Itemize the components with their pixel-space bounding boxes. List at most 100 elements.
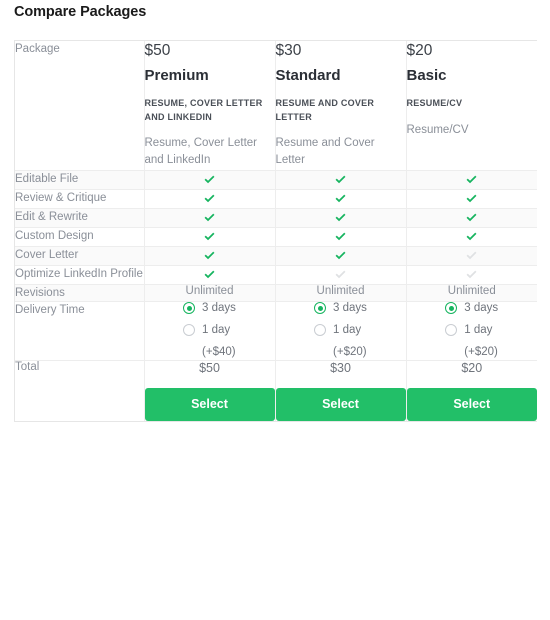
table-row-delivery-time: Delivery Time 3 days 1 day (+$40) 3 days…: [15, 301, 537, 362]
radio-icon[interactable]: [183, 302, 196, 315]
check-icon: [465, 268, 478, 281]
select-button-standard[interactable]: Select: [275, 388, 406, 421]
total-amount: $50: [199, 361, 220, 376]
package-caps-subtitle: RESUME, COVER LETTER AND LINKEDIN: [144, 98, 263, 122]
package-caps-subtitle: RESUME AND COVER LETTER: [275, 98, 375, 122]
radio-icon[interactable]: [314, 324, 327, 337]
table-row-custom-design: Custom Design: [15, 227, 537, 247]
delivery-surcharge: (+$20): [333, 346, 367, 359]
feature-cell-custom-design-standard: [275, 227, 407, 247]
check-icon: [203, 173, 216, 186]
total-amount: $30: [330, 361, 351, 376]
delivery-option-1-day-basic[interactable]: 1 day: [445, 324, 498, 337]
page-title: Compare Packages: [14, 4, 147, 20]
check-icon: [334, 173, 347, 186]
total-amount: $20: [461, 361, 483, 376]
check-icon: [465, 211, 478, 224]
row-label-package: Package: [15, 41, 145, 171]
package-description: Resume/CV: [406, 123, 469, 136]
row-label-editable-file: Editable File: [15, 170, 145, 190]
package-name: Basic: [406, 67, 447, 85]
radio-icon[interactable]: [314, 302, 327, 315]
feature-cell-custom-design-premium: [144, 227, 276, 247]
delivery-option-3-days-premium[interactable]: 3 days: [183, 302, 236, 315]
total-cell-basic: $20 Select: [406, 360, 537, 421]
package-name: Standard: [275, 67, 341, 85]
check-icon: [334, 249, 347, 262]
package-price: $50: [144, 42, 171, 59]
check-icon: [465, 192, 478, 205]
check-icon: [334, 192, 347, 205]
check-icon: [465, 249, 478, 262]
radio-icon[interactable]: [445, 302, 458, 315]
row-label-custom-design: Custom Design: [15, 227, 145, 247]
feature-cell-cover-letter-basic: [406, 246, 537, 266]
feature-cell-editable-file-standard: [275, 170, 407, 190]
check-icon: [334, 230, 347, 243]
row-label-total: Total: [15, 360, 145, 421]
package-column-standard: $30 Standard RESUME AND COVER LETTER Res…: [275, 41, 407, 171]
row-label-delivery-time: Delivery Time: [15, 301, 145, 362]
feature-cell-review-critique-basic: [406, 189, 537, 209]
feature-cell-editable-file-basic: [406, 170, 537, 190]
package-caps-subtitle: RESUME/CV: [406, 98, 463, 109]
compare-packages-page: Compare Packages Package $50 Premium RES…: [0, 0, 550, 620]
check-icon: [465, 230, 478, 243]
check-icon: [203, 230, 216, 243]
radio-icon[interactable]: [183, 324, 196, 337]
package-price: $20: [406, 42, 433, 59]
delivery-option-1-day-premium[interactable]: 1 day: [183, 324, 236, 337]
row-label-review-critique: Review & Critique: [15, 189, 145, 209]
row-label-cover-letter: Cover Letter: [15, 246, 145, 266]
delivery-option-3-days-basic[interactable]: 3 days: [445, 302, 499, 315]
package-description: Resume and Cover Letter: [275, 137, 375, 167]
table-row-total: Total $50 Select $30 Select $20 Select: [15, 360, 537, 421]
feature-cell-editable-file-premium: [144, 170, 276, 190]
check-icon: [465, 173, 478, 186]
delivery-option-label: 1 day: [202, 324, 231, 337]
delivery-option-label: 1 day: [333, 324, 362, 337]
table-row-package-header: Package $50 Premium RESUME, COVER LETTER…: [15, 41, 537, 171]
feature-cell-review-critique-premium: [144, 189, 276, 209]
feature-cell-optimize-linkedin-standard: [275, 265, 407, 285]
package-column-premium: $50 Premium RESUME, COVER LETTER AND LIN…: [144, 41, 276, 171]
delivery-options-premium: 3 days 1 day (+$40): [144, 301, 276, 362]
check-icon: [203, 211, 216, 224]
feature-cell-edit-rewrite-basic: [406, 208, 537, 228]
delivery-options-basic: 3 days 1 day (+$20): [406, 301, 537, 362]
delivery-surcharge: (+$20): [464, 346, 498, 359]
check-icon: [203, 192, 216, 205]
select-button-basic[interactable]: Select: [406, 388, 537, 421]
feature-cell-review-critique-standard: [275, 189, 407, 209]
table-row-revisions: Revisions Unlimited Unlimited Unlimited: [15, 284, 537, 303]
feature-cell-optimize-linkedin-basic: [406, 265, 537, 285]
feature-cell-edit-rewrite-premium: [144, 208, 276, 228]
revisions-value-premium: Unlimited: [144, 284, 276, 303]
revisions-value-standard: Unlimited: [275, 284, 407, 303]
row-label-optimize-linkedin: Optimize LinkedIn Profile: [15, 265, 145, 285]
package-column-basic: $20 Basic RESUME/CV Resume/CV: [406, 41, 537, 171]
radio-icon[interactable]: [445, 324, 458, 337]
feature-cell-edit-rewrite-standard: [275, 208, 407, 228]
package-price: $30: [275, 42, 302, 59]
table-row-review-critique: Review & Critique: [15, 189, 537, 209]
compare-packages-table-container: Package $50 Premium RESUME, COVER LETTER…: [14, 40, 537, 422]
check-icon: [334, 268, 347, 281]
feature-cell-cover-letter-standard: [275, 246, 407, 266]
feature-cell-optimize-linkedin-premium: [144, 265, 276, 285]
delivery-option-1-day-standard[interactable]: 1 day: [314, 324, 367, 337]
check-icon: [203, 268, 216, 281]
delivery-option-3-days-standard[interactable]: 3 days: [314, 302, 367, 315]
delivery-option-label: 1 day: [464, 324, 493, 337]
package-description: Resume, Cover Letter and LinkedIn: [144, 137, 258, 167]
revisions-value-basic: Unlimited: [406, 284, 537, 303]
delivery-option-label: 3 days: [333, 302, 367, 315]
select-button-premium[interactable]: Select: [144, 388, 275, 421]
package-name: Premium: [144, 67, 209, 85]
check-icon: [334, 211, 347, 224]
table-row-cover-letter: Cover Letter: [15, 246, 537, 266]
delivery-option-label: 3 days: [464, 302, 499, 315]
row-label-revisions: Revisions: [15, 284, 145, 303]
check-icon: [203, 249, 216, 262]
table-row-optimize-linkedin: Optimize LinkedIn Profile: [15, 265, 537, 285]
